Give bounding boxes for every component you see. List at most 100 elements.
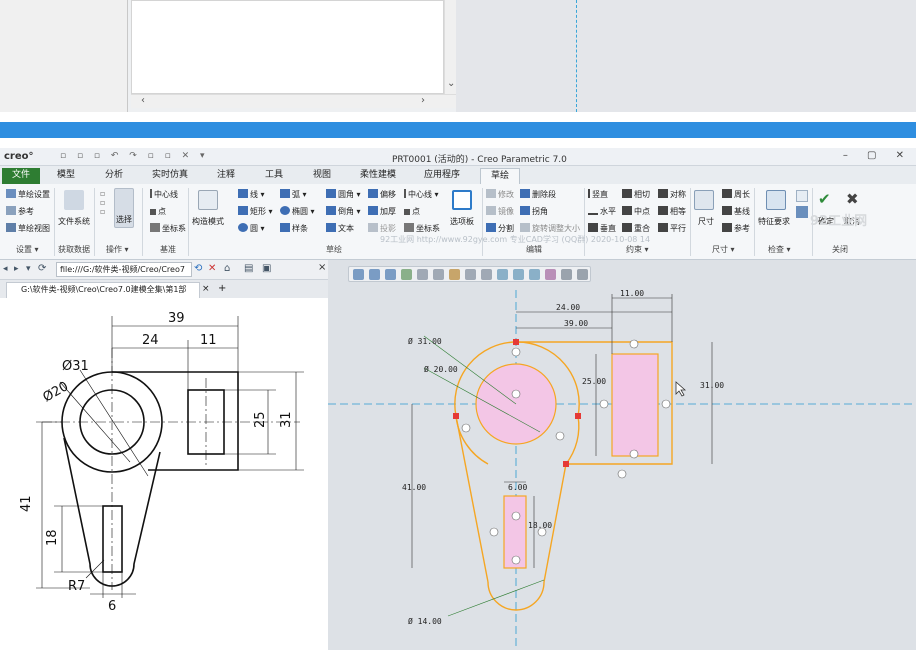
- coincident-constraint-button[interactable]: 重合: [622, 223, 650, 234]
- fillet-button[interactable]: 圆角 ▾: [326, 189, 361, 200]
- line-button[interactable]: 线 ▾: [238, 189, 265, 200]
- constraint-marker[interactable]: [617, 469, 627, 479]
- divide-button[interactable]: 分割: [486, 223, 514, 234]
- sketch-dim-phi14[interactable]: Ø 14.00: [408, 616, 442, 626]
- select-button[interactable]: 选择: [116, 214, 132, 225]
- rotate-resize-button[interactable]: 旋转调整大小: [520, 223, 580, 234]
- group-inspect[interactable]: 检查 ▾: [768, 244, 791, 255]
- prev-horizontal-scrollbar[interactable]: ‹ ›: [131, 94, 456, 108]
- constraint-marker[interactable]: [461, 423, 471, 433]
- midpoint-constraint-button[interactable]: 中点: [622, 206, 650, 217]
- equal-constraint-button[interactable]: 相等: [658, 206, 686, 217]
- circle-button[interactable]: 圆 ▾: [238, 223, 265, 234]
- delete-segment-button[interactable]: 删除段: [520, 189, 556, 200]
- sketch-dim-phi20[interactable]: Ø 20.00: [424, 364, 458, 374]
- constraint-marker[interactable]: [661, 399, 671, 409]
- scroll-down-icon[interactable]: ⌄: [447, 78, 455, 89]
- tab-flexible-modeling[interactable]: 柔性建模: [348, 168, 408, 184]
- new-tab-icon[interactable]: +: [218, 283, 226, 294]
- offset-button[interactable]: 偏移: [368, 189, 396, 200]
- constraint-marker[interactable]: [629, 339, 639, 349]
- parallel-constraint-button[interactable]: 平行: [658, 223, 686, 234]
- inspect-small-icon[interactable]: [796, 206, 808, 218]
- vertex-handle[interactable]: [513, 339, 519, 345]
- close-panel-icon[interactable]: ×: [318, 262, 326, 273]
- sketch-dim-6[interactable]: 6.00: [508, 483, 527, 492]
- dimension-icon[interactable]: [694, 190, 714, 210]
- references-button[interactable]: 参考: [6, 206, 34, 217]
- save-page-icon[interactable]: ▣: [262, 263, 271, 274]
- print-icon[interactable]: ▤: [244, 263, 253, 274]
- text-button[interactable]: 文本: [326, 223, 354, 234]
- sketch-dim-39[interactable]: 39.00: [564, 319, 588, 328]
- tab-tools[interactable]: 工具: [252, 168, 296, 184]
- tab-close-icon[interactable]: ×: [202, 284, 210, 294]
- reference-dim-button[interactable]: 参考: [722, 223, 750, 234]
- sketch-dim-phi31[interactable]: Ø 31.00: [408, 336, 442, 346]
- refresh-page-icon[interactable]: ⟳: [38, 263, 46, 274]
- sketch-dim-11[interactable]: 11.00: [620, 289, 644, 298]
- browser-tab[interactable]: G:\软件类-视频\Creo\Creo7.0建模全集\第1部: [6, 282, 200, 298]
- corner-button[interactable]: 拐角: [520, 206, 548, 217]
- slot-rectangle[interactable]: [611, 353, 659, 457]
- file-system-icon[interactable]: [64, 190, 84, 210]
- sketch-dim-41[interactable]: 41.00: [402, 483, 426, 492]
- clipboard-icons[interactable]: ▫ ▫ ▫: [100, 189, 108, 216]
- constraint-marker[interactable]: [489, 527, 499, 537]
- constraint-marker[interactable]: [537, 527, 547, 537]
- mirror-button[interactable]: 镜像: [486, 206, 514, 217]
- group-dimension[interactable]: 尺寸 ▾: [712, 244, 735, 255]
- back-icon[interactable]: ◂: [3, 264, 8, 274]
- tab-file[interactable]: 文件: [2, 168, 40, 184]
- history-icon[interactable]: ▾: [26, 264, 31, 274]
- constraint-marker[interactable]: [511, 555, 521, 565]
- sketch-canvas[interactable]: 11.00 24.00 39.00 Ø 31.00 Ø 20.00 25.00 …: [328, 260, 916, 650]
- constraint-marker[interactable]: [511, 389, 521, 399]
- graphics-area[interactable]: 11.00 24.00 39.00 Ø 31.00 Ø 20.00 25.00 …: [328, 260, 916, 650]
- outer-arc-lower[interactable]: [565, 415, 580, 465]
- symmetric-constraint-button[interactable]: 对称: [658, 189, 686, 200]
- spline-button[interactable]: 样条: [280, 223, 308, 234]
- baseline-button[interactable]: 基线: [722, 206, 750, 217]
- sketch-csys-button[interactable]: 坐标系: [404, 223, 440, 234]
- arc-button[interactable]: 弧 ▾: [280, 189, 307, 200]
- perpendicular-constraint-button[interactable]: 垂直: [588, 223, 616, 234]
- tab-model[interactable]: 模型: [44, 168, 88, 184]
- home-icon[interactable]: ⌂: [224, 263, 230, 274]
- inspect-small-icon[interactable]: [796, 190, 808, 202]
- tangent-constraint-button[interactable]: 相切: [622, 189, 650, 200]
- window-controls[interactable]: – ▢ ✕: [843, 150, 912, 161]
- tab-sketch[interactable]: 草绘: [480, 168, 520, 184]
- prev-vertical-scrollbar[interactable]: ⌄: [444, 0, 456, 94]
- vertical-constraint-button[interactable]: 竖直: [588, 189, 608, 200]
- tab-applications[interactable]: 应用程序: [412, 168, 472, 184]
- rectangle-button[interactable]: 矩形 ▾: [238, 206, 273, 217]
- constraint-marker[interactable]: [629, 449, 639, 459]
- datum-point-button[interactable]: 点: [150, 206, 166, 217]
- constraint-marker[interactable]: [511, 347, 521, 357]
- tab-live-simulation[interactable]: 实时仿真: [140, 168, 200, 184]
- arm-left-line[interactable]: [455, 415, 489, 583]
- sketch-dim-24[interactable]: 24.00: [556, 303, 580, 312]
- group-constrain[interactable]: 约束 ▾: [626, 244, 649, 255]
- file-system-button[interactable]: 文件系统: [58, 216, 90, 227]
- thicken-button[interactable]: 加厚: [368, 206, 396, 217]
- modify-button[interactable]: 修改: [486, 189, 514, 200]
- tab-view[interactable]: 视图: [300, 168, 344, 184]
- dimension-button[interactable]: 尺寸: [698, 216, 714, 227]
- constraint-marker[interactable]: [511, 511, 521, 521]
- sketch-dim-25[interactable]: 25.00: [582, 377, 606, 386]
- project-button[interactable]: 投影: [368, 223, 396, 234]
- palette-button[interactable]: 选项板: [450, 216, 474, 227]
- sketch-point-button[interactable]: 点: [404, 206, 420, 217]
- reload-icon[interactable]: ⟲: [194, 263, 202, 274]
- constraint-marker[interactable]: [599, 399, 609, 409]
- construction-mode-icon[interactable]: [198, 190, 218, 210]
- vertex-handle[interactable]: [575, 413, 581, 419]
- sketch-dim-31[interactable]: 31.00: [700, 381, 724, 390]
- constraint-marker[interactable]: [555, 431, 565, 441]
- scroll-left-icon[interactable]: ‹: [141, 95, 145, 106]
- address-bar[interactable]: file:///G:/软件类-视频/Creo/Creo7: [56, 262, 192, 277]
- sketch-view-button[interactable]: 草绘视图: [6, 223, 50, 234]
- datum-centerline-button[interactable]: 中心线: [150, 189, 178, 200]
